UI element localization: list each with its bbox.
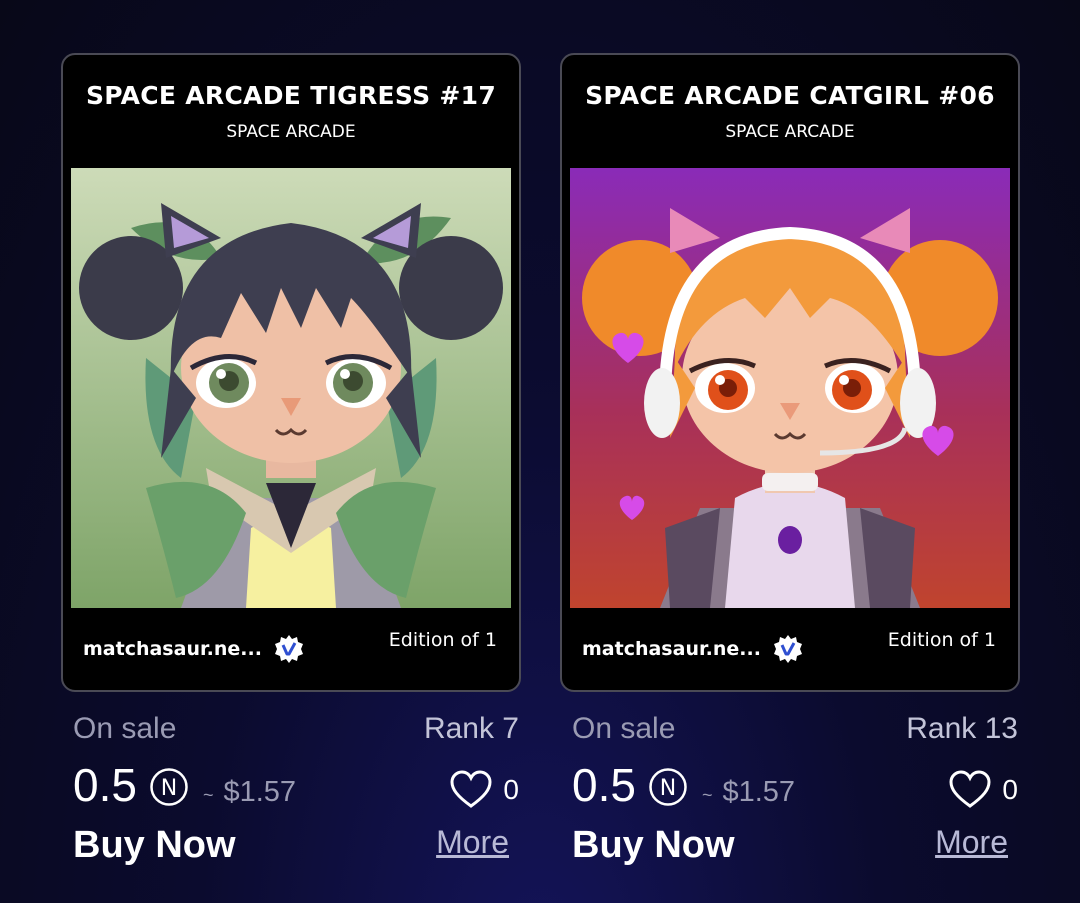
usd-price: $1.57 — [722, 776, 796, 808]
card-footer: On sale Rank 13 0.5 N ~ $1.57 0 Buy Now … — [560, 692, 1020, 892]
card-footer: On sale Rank 7 0.5 N ~ $1.57 0 Buy Now M… — [61, 692, 521, 892]
card-frame[interactable]: SPACE ARCADE TIGRESS #17 SPACE ARCADE ma… — [61, 53, 521, 692]
card-frame[interactable]: SPACE ARCADE CATGIRL #06 SPACE ARCADE ma… — [560, 53, 1020, 692]
approx-sign: ~ — [701, 785, 713, 805]
buy-now-button[interactable]: Buy Now — [572, 824, 735, 867]
buy-now-button[interactable]: Buy Now — [73, 824, 236, 867]
nft-card-catgirl[interactable]: SPACE ARCADE CATGIRL #06 SPACE ARCADE ma… — [560, 53, 1020, 892]
rank-label: Rank 7 — [423, 712, 519, 745]
nft-artwork[interactable] — [570, 168, 1010, 608]
price-row: 0.5 N ~ $1.57 — [73, 758, 296, 812]
currency-glyph: N — [161, 776, 177, 801]
price-value: 0.5 — [572, 759, 636, 811]
collection-name[interactable]: SPACE ARCADE — [63, 122, 519, 142]
rank-label: Rank 13 — [906, 712, 1018, 745]
like-count: 0 — [503, 774, 519, 805]
heart-icon[interactable] — [948, 770, 992, 810]
nft-card-tigress[interactable]: SPACE ARCADE TIGRESS #17 SPACE ARCADE ma… — [61, 53, 521, 892]
more-link[interactable]: More — [935, 824, 1008, 861]
like-control[interactable]: 0 — [948, 770, 1018, 810]
like-count: 0 — [1002, 774, 1018, 805]
usd-price: $1.57 — [223, 776, 297, 808]
price-row: 0.5 N ~ $1.57 — [572, 758, 795, 812]
approx-sign: ~ — [202, 785, 214, 805]
near-currency-icon: N — [150, 768, 188, 806]
collection-name[interactable]: SPACE ARCADE — [562, 122, 1018, 142]
price-value: 0.5 — [73, 759, 137, 811]
currency-glyph: N — [660, 776, 676, 801]
creator-name[interactable]: matchasaur.ne... — [83, 638, 262, 660]
sale-status: On sale — [572, 712, 676, 745]
nft-title: SPACE ARCADE CATGIRL #06 — [585, 81, 995, 110]
sale-status: On sale — [73, 712, 177, 745]
heart-icon[interactable] — [449, 770, 493, 810]
catgirl-illustration — [570, 168, 1010, 608]
near-currency-icon: N — [649, 768, 687, 806]
creator-name[interactable]: matchasaur.ne... — [582, 638, 761, 660]
creator-row[interactable]: matchasaur.ne... — [83, 634, 304, 664]
verified-badge-icon — [274, 635, 303, 663]
verified-badge-icon — [773, 635, 802, 663]
creator-row[interactable]: matchasaur.ne... — [582, 634, 803, 664]
more-link[interactable]: More — [436, 824, 509, 861]
edition-count: Edition of 1 — [887, 629, 996, 651]
edition-count: Edition of 1 — [388, 629, 497, 651]
tigress-illustration — [71, 168, 511, 608]
like-control[interactable]: 0 — [449, 770, 519, 810]
nft-title: SPACE ARCADE TIGRESS #17 — [85, 81, 497, 110]
nft-artwork[interactable] — [71, 168, 511, 608]
